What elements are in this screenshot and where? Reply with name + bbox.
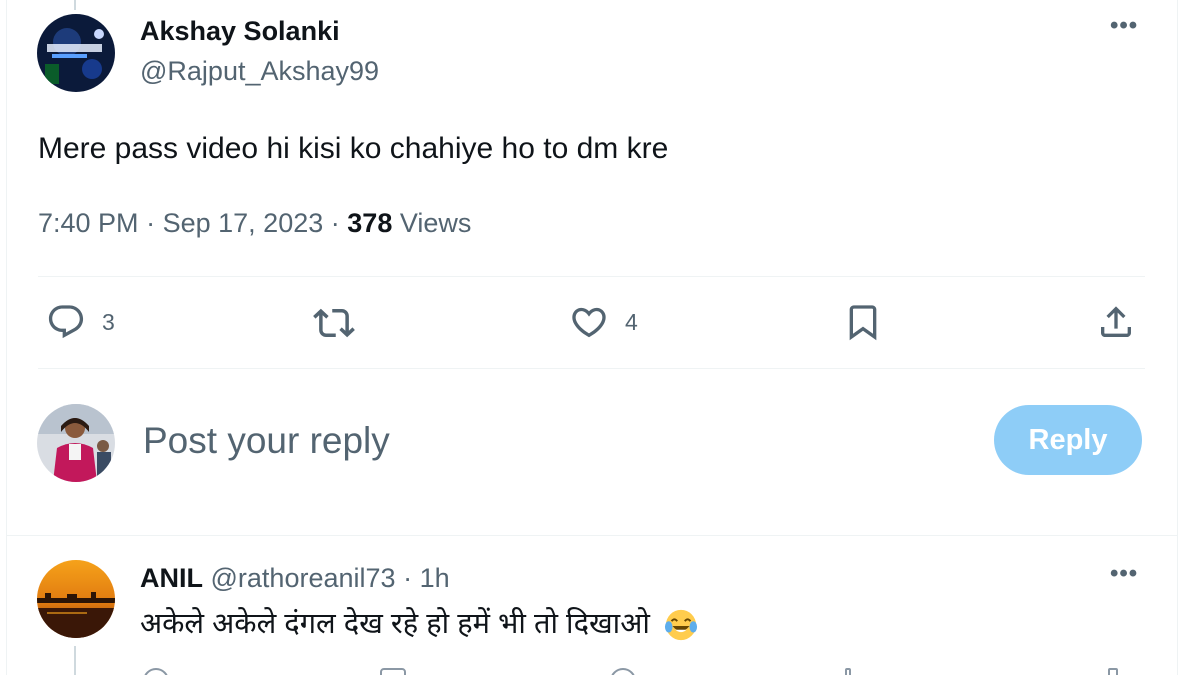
bookmark-icon bbox=[849, 305, 877, 341]
retweet-icon[interactable] bbox=[380, 668, 406, 675]
like-count: 4 bbox=[625, 308, 638, 335]
bookmark-icon[interactable] bbox=[845, 668, 851, 675]
author-avatar[interactable] bbox=[37, 14, 115, 92]
tweet-time[interactable]: 7:40 PM bbox=[38, 208, 139, 238]
tweet-detail-view: Akshay Solanki @Rajput_Akshay99 ••• Mere… bbox=[0, 0, 1200, 675]
views-count: 378 bbox=[347, 208, 393, 238]
divider bbox=[38, 368, 1145, 369]
reply-author-avatar[interactable] bbox=[37, 560, 115, 638]
column-border-right bbox=[1177, 0, 1178, 675]
tweet-text: Mere pass video hi kisi ko chahiye ho to… bbox=[38, 132, 669, 165]
reply-author-name[interactable]: ANIL bbox=[140, 563, 203, 593]
reply-time[interactable]: 1h bbox=[420, 563, 450, 593]
reply-input[interactable] bbox=[143, 415, 923, 467]
reply-text-body: अकेले अकेले दंगल देख रहे हो हमें भी तो द… bbox=[140, 608, 650, 640]
thread-connector-line bbox=[74, 0, 76, 10]
reply-button[interactable]: 3 bbox=[46, 302, 115, 342]
current-user-avatar[interactable] bbox=[37, 404, 115, 482]
tweet-date[interactable]: Sep 17, 2023 bbox=[163, 208, 324, 238]
heart-icon bbox=[572, 307, 606, 338]
retweet-button[interactable] bbox=[313, 302, 355, 344]
author-name[interactable]: Akshay Solanki bbox=[140, 16, 340, 47]
heart-icon[interactable] bbox=[610, 668, 636, 675]
tweet-meta: 7:40 PM · Sep 17, 2023 · 378 Views bbox=[38, 208, 471, 239]
meta-separator: · bbox=[403, 563, 413, 593]
laughing-tears-emoji-icon bbox=[664, 610, 697, 641]
reply-action-bar-partial bbox=[0, 662, 1200, 675]
views-label: Views bbox=[399, 208, 472, 238]
reply-text: अकेले अकेले दंगल देख रहे हो हमें भी तो द… bbox=[140, 603, 698, 642]
meta-separator: · bbox=[330, 208, 340, 238]
bookmark-button[interactable] bbox=[843, 302, 883, 342]
divider bbox=[38, 276, 1145, 277]
reply-icon[interactable] bbox=[143, 668, 169, 675]
share-button[interactable] bbox=[1096, 302, 1136, 342]
more-options-icon[interactable]: ••• bbox=[1110, 12, 1138, 40]
reply-icon bbox=[48, 305, 84, 339]
reply-count: 3 bbox=[102, 308, 115, 335]
column-border-left bbox=[6, 0, 7, 675]
meta-separator: · bbox=[146, 208, 156, 238]
divider bbox=[6, 535, 1177, 536]
retweet-icon bbox=[313, 308, 355, 338]
reply-author-handle[interactable]: @rathoreanil73 bbox=[211, 563, 396, 593]
like-button[interactable]: 4 bbox=[569, 302, 638, 342]
reply-submit-button[interactable]: Reply bbox=[994, 405, 1142, 475]
more-options-icon[interactable]: ••• bbox=[1110, 560, 1138, 588]
share-icon[interactable] bbox=[1108, 668, 1118, 675]
share-icon bbox=[1101, 306, 1131, 337]
reply-header: ANIL @rathoreanil73 · 1h bbox=[140, 563, 450, 594]
author-handle[interactable]: @Rajput_Akshay99 bbox=[140, 56, 379, 87]
